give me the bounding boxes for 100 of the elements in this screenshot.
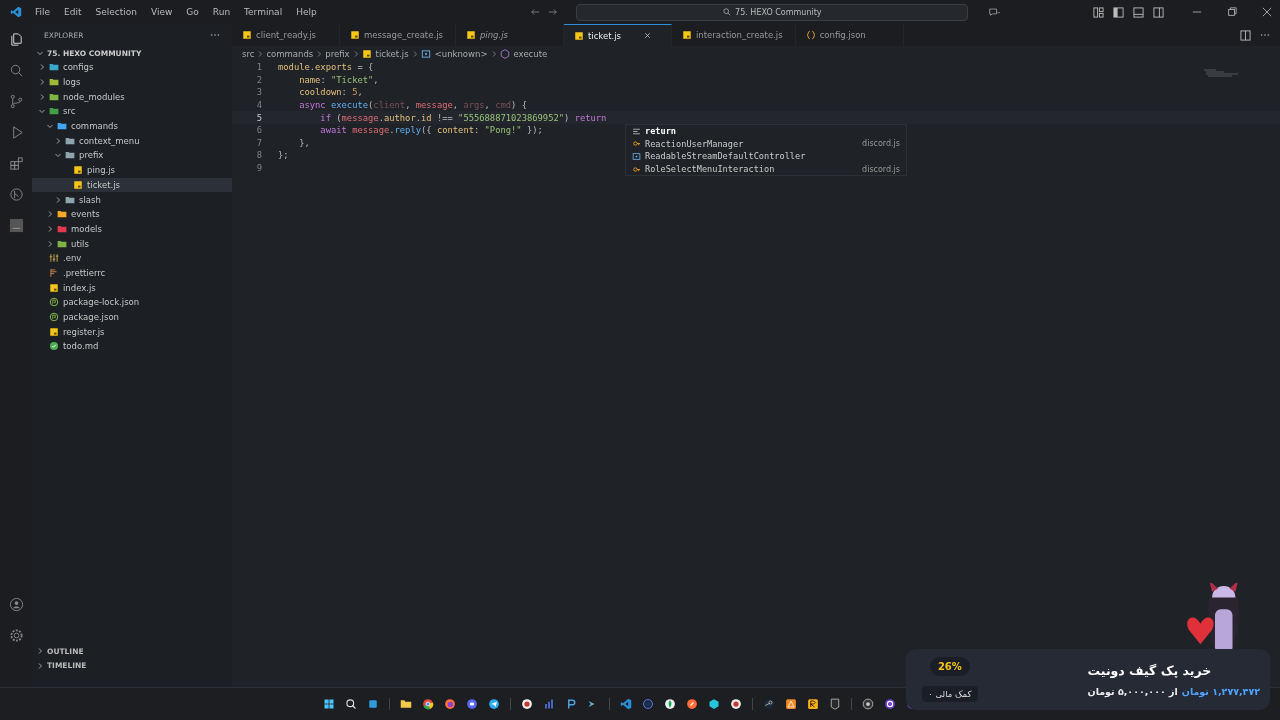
line-number: 6 [255,125,263,136]
menu-item[interactable]: Terminal [237,5,290,19]
more-actions-icon[interactable] [1260,33,1270,37]
tree-folder[interactable]: commands [32,118,232,134]
tree-folder[interactable]: prefix [32,148,232,163]
postman-icon[interactable] [685,698,698,710]
tree-folder[interactable]: context_menu [32,133,232,149]
editor-tab[interactable]: interaction_create.js [671,24,796,46]
editor-tab[interactable]: client_ready.js [232,24,340,46]
obs-icon[interactable] [861,698,874,710]
git-graph-icon[interactable] [8,187,24,202]
extensions-icon[interactable] [8,156,24,171]
star-app-icon[interactable] [806,698,819,710]
tree-folder[interactable]: src [32,104,232,119]
folder-icon[interactable] [399,698,412,710]
tree-folder[interactable]: models [32,221,232,237]
restore-icon[interactable] [1227,7,1237,17]
tree-folder[interactable]: logs [32,74,232,90]
close-icon[interactable] [1262,7,1272,17]
tree-file[interactable]: register.js [32,324,232,340]
suggestion-item[interactable]: return [626,125,906,138]
secondary-sidebar-icon[interactable] [1153,6,1164,18]
epic-icon[interactable] [828,698,841,710]
menu-item[interactable]: Edit [57,5,89,19]
editor-tab[interactable]: ticket.js [563,24,672,46]
donation-count: ۰ کمک مالی [922,686,978,702]
start-icon[interactable] [322,698,335,710]
sidebar-toggle-icon[interactable] [1113,6,1124,18]
account-icon[interactable] [8,597,24,612]
tree-file[interactable]: .env [32,250,232,266]
suggestion-item[interactable]: ReadableStreamDefaultController [626,150,906,163]
tree-file[interactable]: package-lock.json [32,295,232,310]
breadcrumb[interactable]: prefix [325,48,350,59]
folder-icon [49,77,59,88]
tree-folder[interactable]: utils [32,236,232,251]
menu-item[interactable]: Help [289,5,324,19]
tree-file[interactable]: ticket.js [32,177,232,193]
editor-tab[interactable]: message_create.js [340,24,456,46]
suggestion-item[interactable]: RoleSelectMenuInteraction discord.js [626,162,906,176]
tree-file[interactable]: todo.md [32,339,232,354]
menu-item[interactable]: File [28,5,58,19]
github-icon[interactable] [520,698,533,710]
chat-icon[interactable] [989,6,1001,18]
tree-folder[interactable]: slash [32,192,232,207]
editor-tab[interactable]: ping.js [455,24,564,46]
telegram-icon[interactable] [487,698,500,710]
tree-folder[interactable]: configs [32,60,232,75]
search-icon[interactable] [344,698,357,710]
javascript-file-icon [73,165,83,176]
variable-icon [632,152,641,161]
panel-toggle-icon[interactable] [1133,6,1144,18]
firefox-icon[interactable] [443,698,456,710]
cube-icon [499,48,510,59]
tree-file[interactable]: index.js [32,280,232,295]
files-icon[interactable] [8,32,24,47]
search-field[interactable]: 75. HEXO Community [576,3,969,21]
bar-chart-icon[interactable] [542,698,555,710]
tree-file[interactable]: package.json [32,309,232,325]
folder-icon [49,91,59,102]
settings-icon[interactable] [8,628,24,643]
orb-icon[interactable] [641,698,654,710]
widgets-icon[interactable] [366,698,379,710]
tree-folder[interactable]: node_modules [32,89,232,105]
hexagon-app-icon[interactable] [707,698,720,710]
github-icon[interactable] [729,698,742,710]
menu-item[interactable]: View [144,5,180,19]
menu-item[interactable]: Run [205,5,238,19]
code-line: }, [298,137,310,148]
leaf-icon[interactable] [663,698,676,710]
ring-app-icon[interactable] [883,698,896,710]
source-control-icon[interactable] [8,94,24,109]
steam-icon[interactable] [762,698,775,710]
suggestion-item[interactable]: ReactionUserManager discord.js [626,137,906,151]
breadcrumb[interactable]: <unknown> [434,48,488,59]
braces-icon [805,30,816,40]
layout-icon[interactable] [1093,6,1104,18]
editor-tab[interactable]: config.json [795,24,904,46]
breadcrumb[interactable]: src [242,48,255,59]
folder-icon [65,150,75,161]
menu-item[interactable]: Selection [88,5,144,19]
forward-arrow-icon[interactable] [548,7,559,17]
breadcrumb[interactable]: execute [513,48,548,59]
breadcrumb[interactable]: ticket.js [375,48,409,59]
discord-icon[interactable] [465,698,478,710]
tree-folder[interactable]: events [32,206,232,222]
triangle-app-icon[interactable] [784,698,797,710]
vscode-icon[interactable] [619,698,632,710]
split-editor-icon[interactable] [1240,29,1251,41]
chrome-icon[interactable] [421,698,434,710]
chevron-down-icon [54,151,62,160]
search-icon [723,8,732,16]
vscode-logo-icon [10,6,22,18]
tree-file[interactable]: .prettierrc [32,265,232,281]
more-actions-icon[interactable] [210,33,220,37]
folder-icon [57,238,67,249]
class-icon [632,164,641,174]
env-icon[interactable] [8,218,24,233]
tree-file[interactable]: ping.js [32,162,232,178]
menu-item[interactable]: Go [179,5,206,19]
breadcrumb[interactable]: commands [266,48,314,59]
